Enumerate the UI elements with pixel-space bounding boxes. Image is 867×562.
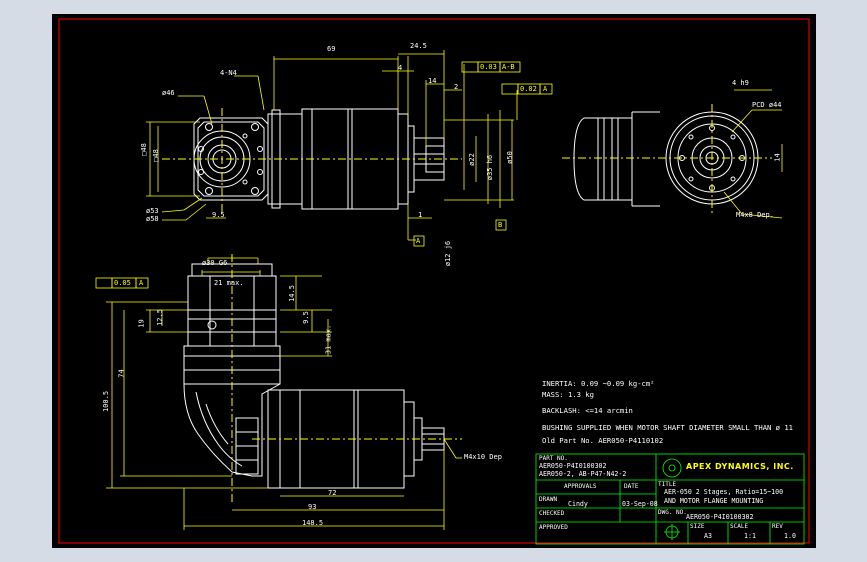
- dim-9-5-a: 9.5: [212, 211, 225, 219]
- dim-14-side: 14: [773, 153, 782, 162]
- drawing-sheet: 69 24.5 4 14 2 1 4-N4 ø46 □48 □48 ø53 ø5…: [52, 14, 816, 548]
- dim-1: 1: [418, 211, 423, 219]
- dim-pcd: PCD ø44: [752, 101, 782, 109]
- dim-19: 19: [137, 319, 146, 328]
- dim-phi22: ø22: [467, 153, 476, 166]
- tb-title-1: AER-050 2 Stages, Ratio=15~100: [664, 488, 784, 496]
- tb-date-label: DATE: [624, 483, 639, 490]
- dim-phi30: ø30 G6: [202, 259, 228, 267]
- tol-par-value: 0.05: [114, 279, 131, 287]
- dim-m4x10: M4x10 Dep: [464, 453, 502, 461]
- tb-title-2: AND MOTOR FLANGE MOUNTING: [664, 497, 764, 505]
- company-logo: APEX DYNAMICS, INC.: [686, 462, 794, 471]
- dim-100-5: 100.5: [102, 390, 111, 413]
- tol-perp-value: 0.02: [520, 85, 537, 93]
- dim-21-max: 21 max.: [214, 279, 244, 287]
- tb-dwg-label: DWG. NO.: [658, 509, 687, 516]
- dim-12-5: 12.5: [155, 309, 164, 326]
- tb-dwg-no: AER050-P4I0100302: [686, 513, 754, 521]
- dim-m4x8: M4x8 Dep.: [736, 211, 774, 219]
- dim-14: 14: [428, 77, 437, 85]
- dim-phi58: ø58: [146, 215, 159, 223]
- tb-approvals: APPROVALS: [564, 483, 597, 490]
- tb-approved: APPROVED: [539, 524, 568, 531]
- tb-drawn-date: 03-Sep-08: [622, 500, 658, 508]
- dim-24-5: 24.5: [410, 42, 427, 50]
- tol-perp-ref: A: [543, 85, 548, 93]
- dim-72: 72: [328, 489, 337, 497]
- dim-phi50: ø50: [505, 151, 514, 164]
- note-bushing: BUSHING SUPPLIED WHEN MOTOR SHAFT DIAMET…: [542, 423, 793, 432]
- dim-sq48-outer: □48: [139, 143, 148, 156]
- dim-phi35: ø35 h6: [486, 154, 495, 181]
- tb-drawn: DRAWN: [539, 496, 558, 503]
- tb-scale-label: SCALE: [730, 523, 749, 530]
- note-old-part: Old Part No. AER050-P4110102: [542, 436, 664, 445]
- tol-par-ref: A: [139, 279, 144, 287]
- tol-flat-value: 0.03: [480, 63, 497, 71]
- datum-a: A: [416, 237, 421, 245]
- dim-4: 4: [398, 64, 403, 72]
- tb-checked: CHECKED: [539, 510, 565, 517]
- tb-part-no-1: AER050-P4I0100302: [539, 462, 607, 470]
- dim-2: 2: [454, 83, 459, 91]
- dim-keyway: 4 h9: [732, 79, 749, 87]
- datum-b: B: [498, 221, 503, 229]
- dim-sq48-inner: □48: [151, 149, 160, 162]
- dim-74: 74: [117, 369, 126, 378]
- side-view: [573, 111, 759, 207]
- bottom-view: [183, 263, 445, 489]
- dim-69: 69: [327, 45, 336, 53]
- tb-rev-label: REV: [772, 523, 783, 530]
- note-mass: MASS: 1.3 kg: [542, 390, 594, 399]
- dim-148-5: 148.5: [302, 519, 324, 527]
- dim-31-max: 31 max.: [324, 324, 333, 355]
- note-backlash: BACKLASH: <=14 arcmin: [542, 406, 633, 415]
- tb-part-no-2: AER050-2, AB-P47-N42-2: [539, 470, 627, 478]
- tol-flat-ref: A-B: [502, 63, 515, 71]
- dim-phi53: ø53: [146, 207, 159, 215]
- tb-size: A3: [704, 532, 712, 540]
- dim-4-n4: 4-N4: [220, 69, 237, 77]
- dim-14-5: 14.5: [287, 285, 296, 302]
- dim-phi12: ø12 j6: [444, 240, 453, 267]
- tb-size-label: SIZE: [690, 523, 705, 530]
- dim-phi46: ø46: [162, 89, 175, 97]
- dim-93: 93: [308, 503, 317, 511]
- note-inertia: INERTIA: 0.09 ~0.09 kg-cm²: [542, 379, 655, 388]
- tb-scale: 1:1: [744, 532, 756, 540]
- tb-rev: 1.0: [784, 532, 796, 540]
- dim-9-5-b: 9.5: [301, 311, 310, 324]
- tb-drawn-by: Cindy: [568, 500, 588, 508]
